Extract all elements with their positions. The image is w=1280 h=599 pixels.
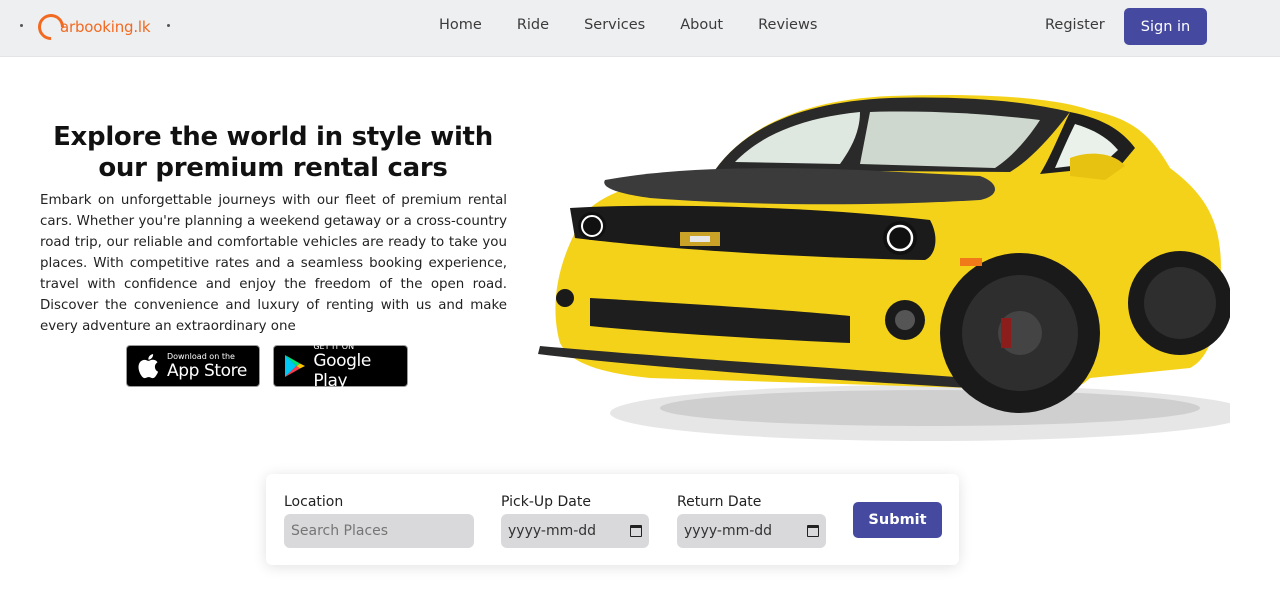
calendar-icon[interactable] [807,525,819,537]
location-input[interactable] [284,514,474,548]
nav-dot-left [20,24,23,27]
nav-home[interactable]: Home [439,17,482,33]
apple-icon [136,353,160,379]
main-nav: Home Ride Services About Reviews [439,17,852,33]
register-link[interactable]: Register [1045,17,1105,33]
google-play-button[interactable]: GET IT ON Google Play [273,342,408,391]
pickup-date-value: yyyy-mm-dd [508,523,597,539]
hero-description: Embark on unforgettable journeys with ou… [40,193,507,334]
top-navbar: arbooking.lk Home Ride Services About Re… [0,0,1280,57]
app-store-text: Download on the App Store [167,352,247,381]
logo-c-icon [32,8,70,46]
google-play-small: GET IT ON [313,341,355,351]
google-play-big: Google Play [313,350,371,391]
booking-search-card: Location Pick-Up Date yyyy-mm-dd Return … [266,474,959,565]
calendar-icon[interactable] [630,525,642,537]
app-store-small: Download on the [167,351,235,361]
return-date-label: Return Date [677,494,762,510]
nav-ride[interactable]: Ride [517,17,549,33]
nav-dot-right [167,24,170,27]
nav-reviews[interactable]: Reviews [758,17,817,33]
google-play-text: GET IT ON Google Play [313,342,407,391]
nav-services[interactable]: Services [584,17,645,33]
nav-about[interactable]: About [680,17,723,33]
return-date-value: yyyy-mm-dd [684,523,773,539]
app-store-button[interactable]: Download on the App Store [126,345,260,387]
sign-in-button[interactable]: Sign in [1124,8,1207,45]
google-play-icon [283,353,306,379]
hero-title: Explore the world in style with our prem… [53,122,493,183]
brand-logo[interactable]: arbooking.lk [32,8,151,46]
location-label: Location [284,494,344,510]
pickup-date-label: Pick-Up Date [501,494,591,510]
submit-button[interactable]: Submit [853,502,942,538]
hero-car-image [538,94,1230,441]
pickup-date-input[interactable]: yyyy-mm-dd [501,514,649,548]
app-store-big: App Store [167,360,247,381]
brand-name: arbooking.lk [60,18,151,36]
return-date-input[interactable]: yyyy-mm-dd [677,514,826,548]
